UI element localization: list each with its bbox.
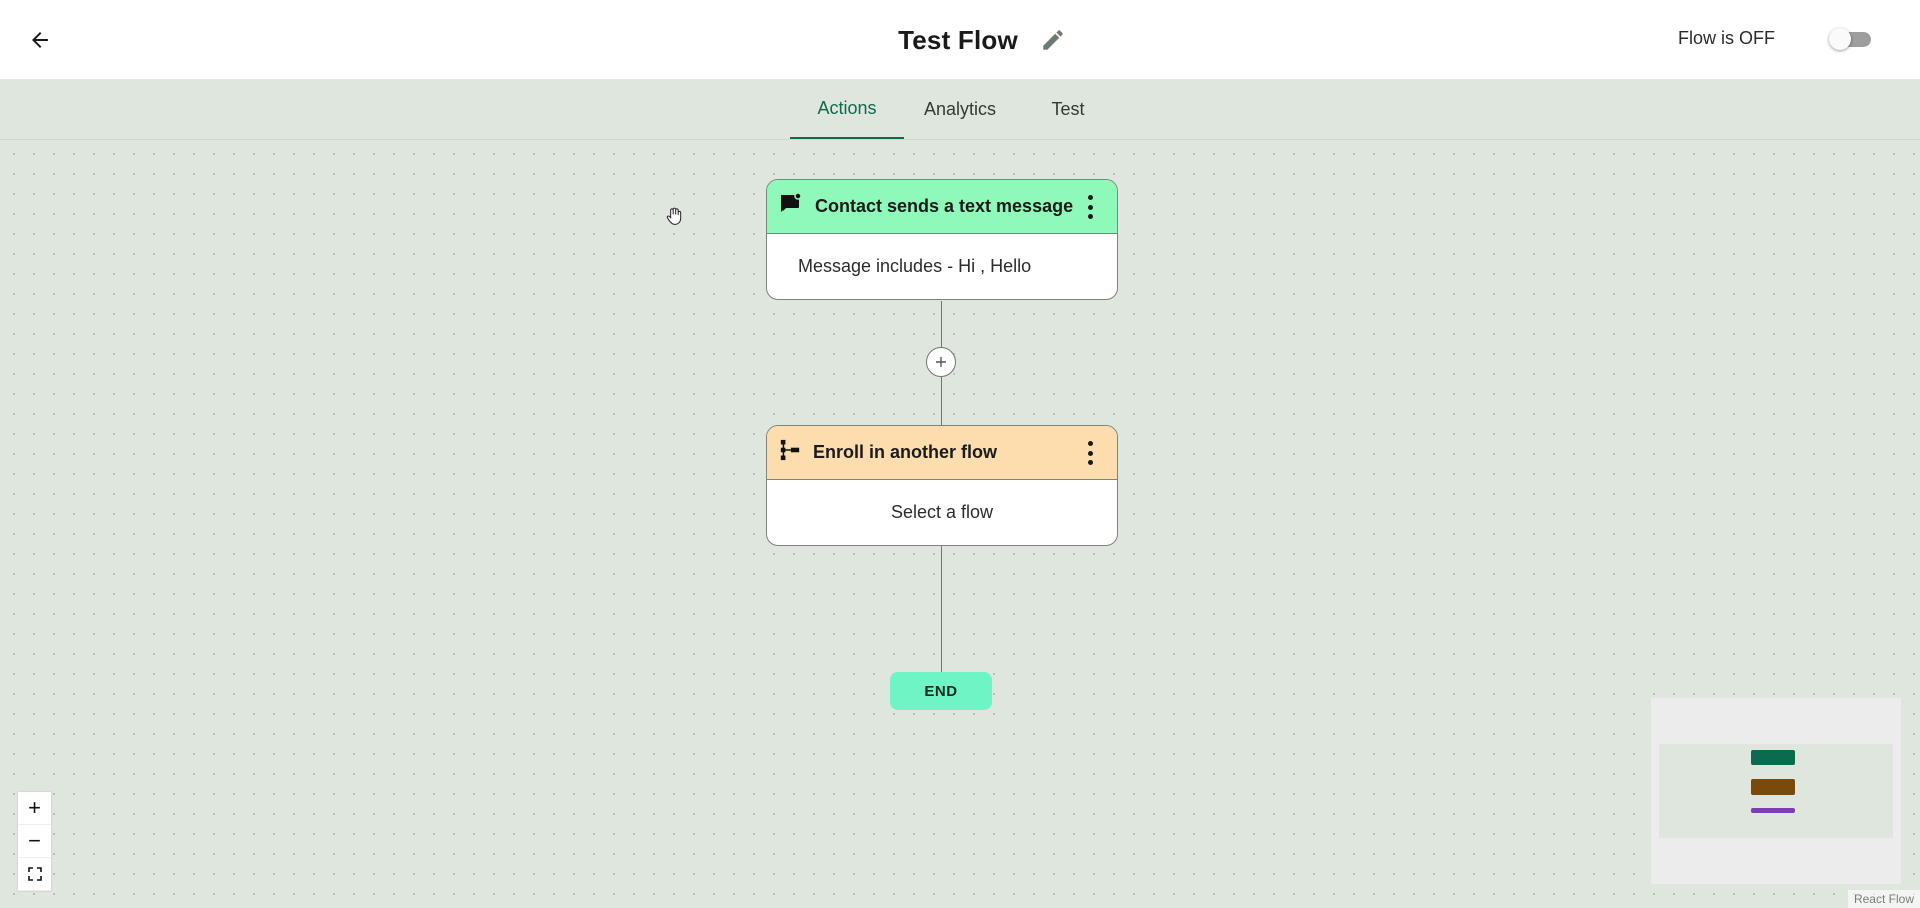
minimap-node bbox=[1751, 808, 1795, 813]
tab-test[interactable]: Test bbox=[1016, 80, 1120, 139]
node-title: Enroll in another flow bbox=[813, 442, 997, 462]
top-bar: Test Flow Flow is OFF bbox=[0, 0, 1920, 80]
edge-line bbox=[941, 546, 942, 672]
tabs-bar: Actions Analytics Test bbox=[0, 80, 1920, 140]
flow-toggle[interactable] bbox=[1829, 28, 1875, 50]
action-node[interactable]: Enroll in another flow Select a flow bbox=[766, 425, 1118, 546]
hand-cursor-icon bbox=[664, 206, 684, 226]
node-header: Contact sends a text message bbox=[767, 180, 1117, 234]
fit-view-button[interactable] bbox=[18, 858, 51, 891]
minimap[interactable] bbox=[1651, 698, 1901, 884]
edge-line bbox=[941, 301, 942, 347]
minimap-node bbox=[1751, 750, 1795, 765]
end-node: END bbox=[890, 672, 992, 710]
toggle-thumb bbox=[1829, 28, 1851, 50]
pencil-icon[interactable] bbox=[1038, 25, 1068, 55]
more-vert-icon[interactable] bbox=[1085, 441, 1095, 465]
flow-status-label: Flow is OFF bbox=[1678, 28, 1775, 48]
node-header: Enroll in another flow bbox=[767, 426, 1117, 480]
select-flow-placeholder[interactable]: Select a flow bbox=[767, 480, 1117, 545]
fullscreen-icon bbox=[27, 867, 42, 881]
node-title: Contact sends a text message bbox=[815, 196, 1074, 216]
add-step-button[interactable] bbox=[926, 347, 956, 377]
zoom-in-button[interactable]: + bbox=[18, 792, 51, 825]
flow-tree-icon bbox=[779, 439, 801, 466]
more-vert-icon[interactable] bbox=[1085, 195, 1095, 219]
zoom-controls: + − bbox=[18, 792, 51, 891]
edge-line bbox=[941, 377, 942, 425]
trigger-node[interactable]: Contact sends a text message Message inc… bbox=[766, 179, 1118, 300]
minimap-node bbox=[1751, 779, 1795, 795]
tab-analytics[interactable]: Analytics bbox=[904, 80, 1016, 139]
plus-icon bbox=[936, 357, 946, 367]
node-body: Message includes - Hi , Hello bbox=[798, 256, 1032, 276]
react-flow-attribution[interactable]: React Flow bbox=[1847, 890, 1920, 908]
zoom-out-button[interactable]: − bbox=[18, 825, 51, 858]
sms-icon bbox=[779, 192, 803, 221]
page-title: Test Flow bbox=[898, 24, 1018, 55]
tab-actions[interactable]: Actions bbox=[790, 80, 904, 139]
